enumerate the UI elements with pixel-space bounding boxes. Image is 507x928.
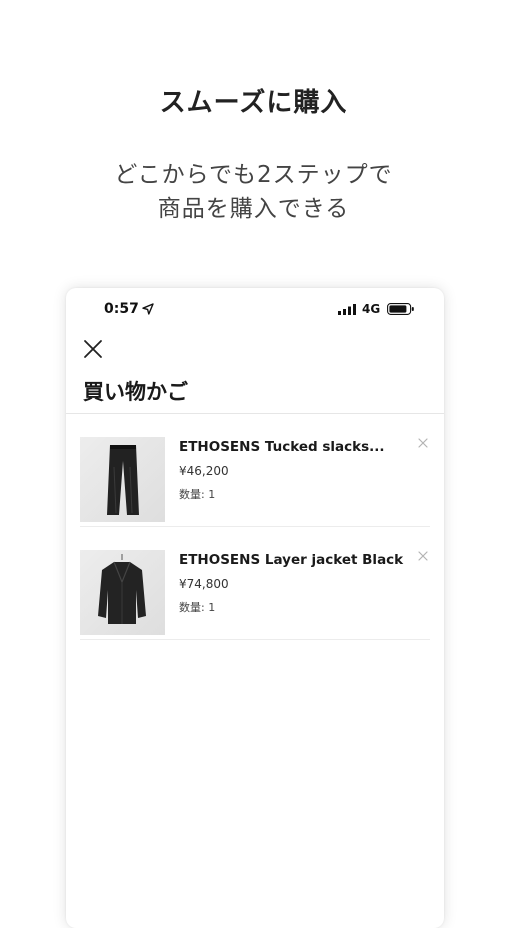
remove-item-icon[interactable] (418, 438, 428, 448)
item-quantity: 数量: 1 (179, 488, 216, 501)
item-divider (80, 639, 430, 640)
product-image-slacks[interactable] (80, 437, 165, 522)
promo-subline-2: 商品を購入できる (157, 196, 350, 222)
location-arrow-icon (142, 303, 154, 315)
item-price: ¥74,800 (179, 577, 229, 591)
network-label: 4G (362, 302, 381, 316)
slacks-image (107, 445, 139, 515)
signal-icon (338, 304, 356, 315)
cart-item[interactable]: ETHOSENS Tucked slacks... ¥46,200 数量: 1 (80, 414, 430, 527)
close-icon[interactable] (82, 338, 104, 360)
battery-icon (387, 303, 414, 315)
cart-item[interactable]: ETHOSENS Layer jacket Black ¥74,800 数量: … (80, 527, 430, 640)
item-name[interactable]: ETHOSENS Layer jacket Black (179, 552, 403, 568)
promo-subline-1: どこからでも2ステップで (114, 162, 393, 188)
cart-title: 買い物かご (83, 380, 188, 404)
jacket-image (98, 554, 146, 624)
item-name[interactable]: ETHOSENS Tucked slacks... (179, 439, 385, 455)
remove-item-icon[interactable] (418, 551, 428, 561)
item-quantity: 数量: 1 (179, 601, 216, 614)
phone-screen: 0:57 4G 買い物かご ETHOSENS Tucked slacks... … (66, 288, 444, 928)
status-time: 0:57 (104, 301, 139, 317)
promo-headline: スムーズに購入 (159, 88, 348, 118)
item-price: ¥46,200 (179, 464, 229, 478)
product-image-jacket[interactable] (80, 550, 165, 635)
